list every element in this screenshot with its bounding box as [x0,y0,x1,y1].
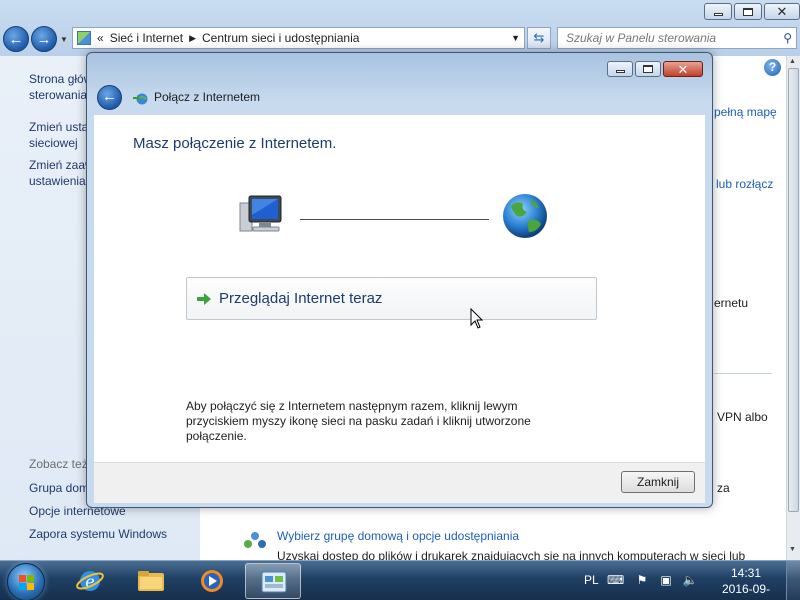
maximize-button[interactable] [734,3,762,20]
scroll-down-icon[interactable]: ▼ [789,546,796,553]
vpn-text-fragment: VPN albo [717,410,768,424]
browse-internet-button[interactable]: Przeglądaj Internet teraz [186,277,597,320]
restore-icon [743,7,753,16]
network-connect-icon [133,93,148,105]
network-icon[interactable]: ▣ [658,573,674,587]
dialog-maximize-button[interactable] [635,61,661,77]
close-icon: ✕ [776,4,788,19]
breadcrumb-network-internet[interactable]: Sieć i Internet [110,31,183,45]
folder-icon [138,571,164,591]
sidebar-item-label: sterowania [29,88,88,102]
homegroup-link[interactable]: Wybierz grupę domową i opcje udostępnian… [277,529,519,543]
sidebar-item-advanced-settings[interactable]: Zmień zaaw ustawienia [29,157,94,189]
clock-time: 14:31 [730,566,762,580]
start-button[interactable] [7,563,45,600]
minimize-icon [713,12,723,16]
sidebar-item-homegroup[interactable]: Grupa dom [29,480,89,496]
action-center-icon[interactable]: ⚑ [634,573,650,587]
breadcrumb-prefix[interactable]: « [97,31,104,45]
network-text-fragment: ernetu [714,296,749,310]
window-controls: ✕ [704,3,800,20]
sidebar-item-label: ustawienia [29,174,86,188]
dialog-close-button[interactable]: ✕ [663,61,703,77]
forward-arrow-icon: → [36,30,52,48]
sidebar-item-home[interactable]: Strona głów sterowania [29,71,92,103]
volume-icon[interactable]: 🔈 [682,573,698,587]
dialog-window-controls: ✕ [607,61,703,77]
windows-logo-icon [19,575,34,590]
dialog-back-button[interactable]: ← [97,85,122,110]
section-divider [714,373,772,374]
minimize-button[interactable] [704,3,732,20]
scrollbar-thumb[interactable] [788,68,799,512]
close-button[interactable]: ✕ [764,3,800,20]
sidebar-item-label: Zmień usta [29,120,89,134]
search-icon[interactable]: ⚲ [783,31,792,45]
computer-icon [239,195,282,232]
dialog-title: Połącz z Internetem [154,90,261,104]
green-arrow-icon [197,293,211,305]
mouse-pointer-icon [470,308,484,329]
browse-internet-label: Przeglądaj Internet teraz [219,290,383,307]
refresh-icon: ⇆ [533,30,545,45]
info-text: Aby połączyć się z Internetem następnym … [186,399,531,443]
internet-globe-icon [503,194,547,238]
title-bar: ✕ [0,0,800,24]
search-placeholder: Szukaj w Panelu sterowania [566,31,717,45]
control-panel-icon [77,31,91,45]
back-arrow-icon: ← [8,30,24,48]
forward-button[interactable]: → [31,26,57,52]
keyboard-icon[interactable]: ⌨ [607,573,624,587]
taskbar: e PL ⌨ ⚑ ▣ 🔈 14:31 2016-09-02 [0,560,800,600]
search-input[interactable]: Szukaj w Panelu sterowania ⚲ [557,27,797,49]
homegroup-icon [244,532,266,548]
connect-to-internet-dialog: ✕ ← Połącz z Internetem Masz połączenie … [86,52,713,508]
sidebar-item-label: Zmień zaaw [29,158,94,172]
language-indicator[interactable]: PL [584,573,599,587]
breadcrumb-network-center[interactable]: Centrum sieci i udostępniania [202,31,359,45]
media-player-icon [201,570,223,592]
dialog-minimize-button[interactable] [607,61,633,77]
vertical-scrollbar[interactable]: ▲ ▼ [786,56,800,560]
show-desktop-button[interactable] [786,561,800,600]
close-icon: ✕ [677,61,689,77]
dialog-close-text-button[interactable]: Zamknij [621,471,695,493]
back-arrow-icon: ← [102,88,117,105]
sidebar-item-label: Strona głów [29,72,93,86]
sidebar-item-firewall[interactable]: Zapora systemu Windows [29,526,167,542]
taskbar-internet-explorer[interactable]: e [62,563,118,599]
back-button[interactable]: ← [3,26,29,52]
dialog-content: Masz połączenie z Internetem. Przeglądaj… [94,115,705,462]
taskbar-windows-explorer[interactable] [123,563,179,599]
maximize-icon [643,65,653,73]
dialog-heading: Masz połączenie z Internetem. [133,135,337,152]
clock[interactable]: 14:31 2016-09-02 [716,565,776,600]
chevron-right-icon[interactable]: ▶ [189,33,196,44]
address-row: ← → ▼ « Sieć i Internet ▶ Centrum sieci … [0,26,800,52]
view-full-map-link[interactable]: pełną mapę [714,105,777,119]
minimize-icon [615,70,625,73]
see-also-heading: Zobacz też [29,457,88,471]
connect-disconnect-link[interactable]: lub rozłącz [716,177,773,191]
sidebar-item-change-settings[interactable]: Zmień usta sieciowej [29,119,88,151]
scroll-up-icon[interactable]: ▲ [789,58,796,65]
taskbar-media-player[interactable] [184,563,240,599]
control-panel-icon [261,571,287,593]
clock-date: 2016-09-02 [721,582,771,600]
sidebar-item-label: sieciowej [29,136,78,150]
recent-pages-dropdown[interactable]: ▼ [60,35,68,44]
chevron-down-icon[interactable]: ▼ [511,33,520,43]
dialog-footer: Zamknij [94,462,705,503]
za-text-fragment: za [717,481,730,495]
help-icon[interactable]: ? [764,59,781,76]
taskbar-control-panel[interactable] [245,563,301,599]
refresh-button[interactable]: ⇆ [527,27,551,49]
internet-explorer-icon: e [76,571,104,591]
connection-line [300,219,489,220]
address-bar[interactable]: « Sieć i Internet ▶ Centrum sieci i udos… [72,27,525,49]
